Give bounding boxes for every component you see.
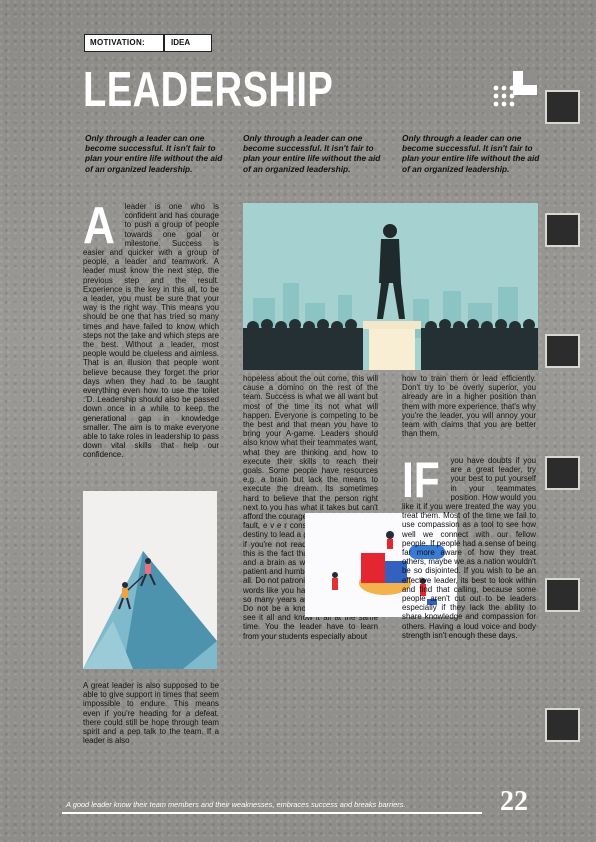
category-tag: MOTIVATION: IDEA bbox=[84, 34, 212, 52]
page-number: 22 bbox=[500, 786, 528, 817]
article-column-1b: A great leader is also supposed to be ab… bbox=[83, 681, 219, 745]
window-decoration bbox=[545, 456, 580, 490]
window-decoration bbox=[545, 708, 580, 742]
drop-cap: IF bbox=[402, 452, 440, 508]
dot-grid-icon bbox=[493, 85, 515, 107]
mountain-climbers-image bbox=[83, 491, 217, 669]
footer-rule bbox=[62, 812, 482, 814]
window-decoration bbox=[545, 578, 580, 612]
tag-divider bbox=[163, 35, 165, 51]
window-decoration bbox=[545, 90, 580, 124]
page-title: LEADERSHIP bbox=[83, 63, 334, 117]
pull-quote-2: Only through a leader can one become suc… bbox=[243, 133, 381, 174]
drop-cap: A bbox=[83, 197, 115, 255]
footer-caption: A good leader know their team members an… bbox=[66, 800, 406, 809]
pull-quote-3: Only through a leader can one become suc… bbox=[402, 133, 540, 174]
window-decoration bbox=[545, 334, 580, 368]
column1-paragraph-2: A great leader is also supposed to be ab… bbox=[83, 681, 219, 746]
window-decoration bbox=[545, 213, 580, 247]
tag-value: IDEA bbox=[171, 38, 191, 47]
article-column-1: Aleader is one who is confident and has … bbox=[83, 197, 219, 460]
article-column-3b: IF you have doubts if you are a great lea… bbox=[402, 452, 536, 640]
pull-quote-1: Only through a leader can one become suc… bbox=[85, 133, 223, 174]
article-column-3: how to train them or lead efficiently. D… bbox=[402, 374, 536, 438]
tag-key: MOTIVATION: bbox=[90, 38, 145, 47]
leader-pedestal-image bbox=[243, 203, 538, 370]
column3-paragraph-1: how to train them or lead efficiently. D… bbox=[402, 374, 536, 439]
